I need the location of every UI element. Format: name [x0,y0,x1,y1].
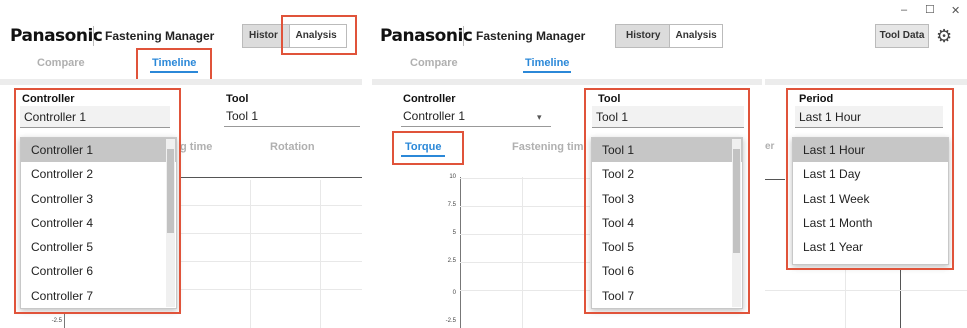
tool-data-button[interactable]: Tool Data [875,24,929,48]
y-tick-label: 2.5 [447,258,456,264]
controller-select-underline [401,126,551,127]
tabs-divider [0,79,362,85]
gridline [460,290,590,291]
mode-switch: History Analysis [615,24,723,48]
maximize-icon[interactable]: ☐ [925,3,935,16]
callout-tool [584,88,750,314]
timeline-baseline [180,177,362,178]
panel-tool-dropdown: Panasonic Fastening Manager History Anal… [372,0,762,328]
gridline [522,177,523,328]
gridline [460,178,590,179]
y-tick-label: -2.5 [445,318,456,324]
brand-logo: Panasonic [380,26,473,46]
app-title: Fastening Manager [476,29,586,43]
panel-period-dropdown: – ☐ ✕ Tool Data ⚙ er Period Last 1 Hour … [765,0,967,328]
callout-torque [392,131,464,165]
y-tick-label: 7.5 [447,202,456,208]
gridline [765,290,967,291]
gridline [180,289,362,290]
callout-controller [14,88,181,314]
brand-logo: Panasonic [10,26,103,46]
gridline [250,180,251,328]
gridline [460,234,590,235]
gear-icon[interactable]: ⚙ [936,27,952,45]
tool-label: Tool [226,93,249,105]
analysis-mode-button[interactable]: Analysis [668,25,722,47]
tab-timeline[interactable]: Timeline [525,57,569,69]
app-title: Fastening Manager [105,29,215,43]
callout-analysis [281,15,357,55]
y-tick-label: -2.5 [51,318,62,324]
tabs-divider [765,79,967,85]
gridline [180,233,362,234]
controller-label: Controller [403,93,456,105]
tab-timeline-underline [523,71,571,73]
gridline [180,205,362,206]
controller-select[interactable]: Controller 1 [403,109,465,123]
gridline [845,270,846,328]
y-axis [460,177,461,328]
gridline [460,262,590,263]
gridline [180,261,362,262]
history-mode-button[interactable]: History [616,25,669,47]
y-tick-label: 5 [452,230,456,236]
gridline [460,206,590,207]
callout-timeline [136,48,212,82]
panel-controller-dropdown: Panasonic Fastening Manager Histor Analy… [0,0,362,328]
timeline-baseline [765,179,785,180]
minimize-icon[interactable]: – [901,4,907,16]
tab-compare[interactable]: Compare [410,57,458,69]
subtab-fastening-time[interactable]: g time [180,141,212,153]
y-axis [64,312,65,328]
chevron-down-icon[interactable]: ▾ [537,112,542,123]
tool-select[interactable]: Tool 1 [226,109,258,123]
close-icon[interactable]: ✕ [951,4,960,17]
tool-select-underline [224,126,360,127]
logo-divider [463,26,464,46]
callout-period [786,88,954,270]
subtab-rotation[interactable]: Rotation [270,141,315,153]
tabs-divider [372,79,762,85]
y-axis [900,268,901,328]
y-tick-label: 10 [449,174,456,180]
y-tick-label: 0 [452,290,456,296]
gridline [320,180,321,328]
tab-compare[interactable]: Compare [37,57,85,69]
subtab-fastening-time[interactable]: Fastening tim [512,141,584,153]
logo-divider [93,26,94,46]
subtab-rotation-fragment: er [765,141,775,152]
